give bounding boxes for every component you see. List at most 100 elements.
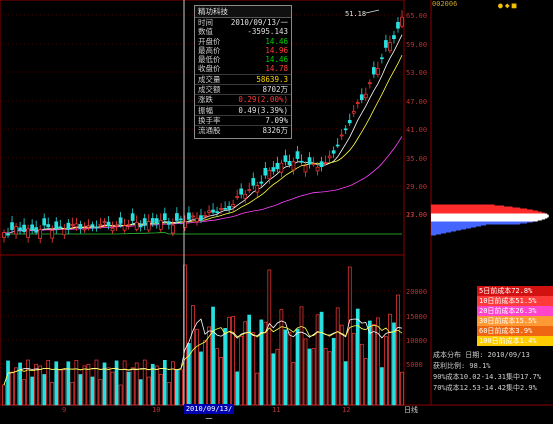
volume-bar [319, 311, 324, 406]
info-value: 14.46 [265, 36, 288, 46]
candle-body [207, 210, 211, 213]
volume-bar [203, 340, 207, 406]
volume-bar [291, 362, 296, 406]
volume-bar [74, 359, 79, 406]
volume-bar [70, 381, 75, 406]
candle-body [22, 224, 26, 232]
volume-bar [90, 376, 95, 406]
candle-body [191, 215, 195, 218]
volume-bar [243, 321, 248, 406]
info-value: -3595.143 [247, 27, 288, 37]
candle-body [351, 111, 356, 114]
candle-body [26, 228, 30, 239]
candle-body [98, 224, 103, 226]
volume-bar [388, 313, 392, 406]
candle-body [74, 223, 79, 228]
toolbar-icons[interactable]: ●◆■ [498, 1, 518, 10]
candle-body [146, 221, 151, 231]
candle-body [343, 128, 348, 131]
candle-body [307, 157, 312, 165]
info-label: 收盘价 [198, 64, 221, 74]
info-row: 成交量 58639.3 [195, 73, 291, 84]
candle-body [106, 221, 111, 226]
price-tick-label: 65.00 [406, 12, 427, 20]
candle-body [355, 102, 360, 104]
candle-body [179, 218, 183, 221]
info-value: 14.78 [265, 64, 288, 74]
volume-bar [166, 381, 171, 406]
price-tick-label: 47.00 [406, 98, 427, 106]
candle-body [170, 224, 175, 234]
volume-bar [335, 307, 340, 406]
volume-bar [396, 294, 400, 406]
candle-body [150, 218, 155, 223]
candle-body [315, 166, 320, 172]
volume-bar [279, 309, 284, 406]
candle-body [275, 162, 280, 170]
selected-date-tag: 2010/09/13/一 [184, 404, 234, 423]
candle-body [283, 155, 288, 162]
candle-body [392, 35, 396, 40]
volume-bar [267, 269, 272, 406]
time-tick-label: 10 [152, 406, 160, 414]
volume-bar [2, 384, 6, 406]
info-row: 最高价 14.96 [195, 46, 291, 55]
volume-bar [372, 324, 376, 406]
candle-body [130, 213, 135, 221]
volume-bar [287, 331, 292, 406]
candle-body [331, 150, 336, 154]
volume-bar [235, 371, 240, 406]
info-label: 成交额 [198, 85, 221, 95]
volume-bar [359, 343, 364, 406]
info-row: 振幅 0.49(3.39%) [195, 104, 291, 115]
candle-body [287, 161, 292, 165]
volume-tick-label: 15000 [406, 313, 427, 321]
candle-body [303, 165, 308, 173]
volume-bar [122, 360, 127, 406]
price-tick-label: 17.00 [406, 211, 427, 219]
candle-body [311, 163, 316, 166]
candle-body [42, 218, 47, 226]
volume-bar [158, 374, 163, 406]
info-label: 最高价 [198, 45, 221, 55]
candle-body [175, 213, 179, 221]
volume-bar [179, 369, 183, 406]
volume-bar [323, 347, 328, 406]
quote-info-panel[interactable]: 精功科技 时间 2010/09/13/一 数值 -3595.143 开盘价 14.46 最高… [194, 5, 292, 139]
candle-body [187, 212, 191, 220]
volume-bar [22, 379, 26, 406]
candle-body [396, 22, 400, 29]
volume-bar [263, 321, 268, 406]
candle-body [102, 221, 107, 224]
candle-body [38, 229, 43, 239]
volume-bar [50, 381, 55, 406]
candle-body [118, 217, 123, 224]
candle-body [114, 224, 119, 227]
candle-body [142, 218, 147, 226]
candle-body [66, 222, 71, 230]
candle-body [110, 228, 115, 232]
info-row: 数值 -3595.143 [195, 27, 291, 36]
candle-body [219, 208, 223, 210]
candle-body [211, 209, 215, 213]
volume-bar [98, 379, 103, 406]
volume-bar [150, 363, 155, 406]
candle-body [70, 224, 75, 226]
volume-bar [251, 332, 256, 406]
volume-bar [6, 360, 10, 406]
volume-bar [114, 360, 119, 406]
volume-bar [94, 359, 99, 406]
price-axis: 65.0059.0053.0047.0041.0035.0029.0023.00… [406, 12, 427, 219]
candle-body [327, 155, 332, 159]
volume-bar [82, 365, 87, 406]
info-row: 涨跌 0.29(2.00%) [195, 94, 291, 104]
volume-bar [215, 348, 219, 406]
volume-tick-label: 10000 [406, 337, 427, 345]
candle-body [62, 229, 67, 236]
volume-bar [66, 361, 71, 406]
volume-bar [195, 329, 199, 406]
volume-bar [175, 369, 179, 406]
candle-body [54, 221, 59, 230]
cost-legend-item: 10日前成本51.5% [477, 296, 553, 306]
info-value: 14.46 [265, 55, 288, 65]
